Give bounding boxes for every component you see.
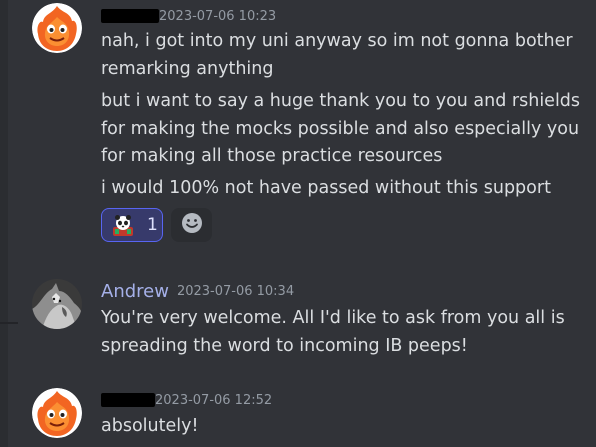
channel-sidebar-edge [0, 0, 8, 447]
message-line: spreading the word to incoming IB peeps! [101, 336, 468, 356]
message-line: nah, i got into my uni anyway so im not … [101, 31, 573, 51]
message-line: You're very welcome. All I'd like to ask… [101, 308, 565, 328]
message-header: Andrew 2023-07-06 10:34 [101, 280, 294, 302]
message-timestamp[interactable]: 2023-07-06 10:23 [159, 9, 276, 24]
message-timestamp[interactable]: 2023-07-06 12:52 [155, 393, 272, 408]
panda-emoji-icon [111, 213, 135, 237]
sidebar-divider [0, 322, 18, 324]
reaction-count: 1 [147, 215, 158, 235]
wolf-avatar-icon[interactable] [32, 279, 82, 329]
message-line: for making all those practice resources [101, 146, 443, 166]
message-line: i would 100% not have passed without thi… [101, 178, 551, 198]
message-header: 2023-07-06 10:23 [101, 5, 276, 27]
redacted-username[interactable] [101, 393, 155, 407]
smiley-face-icon [181, 212, 203, 238]
message-line: but i want to say a huge thank you to yo… [101, 91, 581, 111]
reaction-button[interactable]: 1 [101, 208, 163, 242]
username[interactable]: Andrew [101, 281, 169, 302]
message-header: 2023-07-06 12:52 [101, 389, 272, 411]
message-line: for making the mocks possible and also e… [101, 119, 580, 139]
redacted-username[interactable] [101, 9, 159, 23]
chat-pane: 2023-07-06 10:23 nah, i got into my uni … [0, 0, 596, 447]
calcifer-fire-avatar-icon[interactable] [32, 3, 82, 53]
calcifer-fire-avatar-icon[interactable] [32, 388, 82, 438]
add-reaction-button[interactable] [171, 208, 212, 242]
message-line: remarking anything [101, 59, 274, 79]
message-line: absolutely! [101, 416, 199, 436]
message-timestamp[interactable]: 2023-07-06 10:34 [177, 284, 294, 299]
